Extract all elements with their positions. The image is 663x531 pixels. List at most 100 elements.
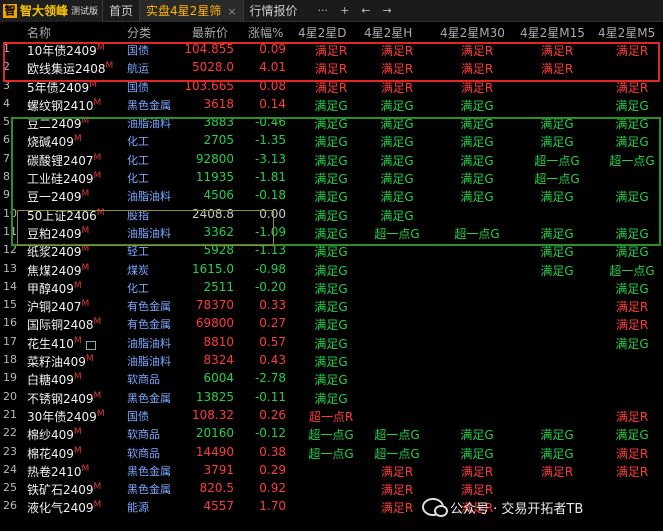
category: 黑色金属 [127, 391, 171, 405]
signal-h: 超一点G [374, 446, 420, 461]
table-row[interactable]: 14 甲醇409M 化工 2511 -0.20 满足G 满足G [0, 279, 663, 297]
contract-name[interactable]: 不锈钢2409M [27, 390, 101, 407]
contract-name[interactable]: 甲醇409M [27, 280, 82, 297]
contract-name[interactable]: 热卷2410M [27, 463, 89, 480]
table-row[interactable]: 6 烧碱409M 化工 2705 -1.35 满足G 满足G 满足G 满足G 满足G [0, 132, 663, 150]
contract-name[interactable]: 液化气2409M [27, 499, 101, 516]
table-row[interactable]: 20 不锈钢2409M 黑色金属 13825 -0.11 满足G [0, 389, 663, 407]
contract-name[interactable]: 棉花409M [27, 445, 82, 462]
col-header-price[interactable]: 最新价 [192, 24, 228, 41]
contract-name[interactable]: 10年债2409M [27, 42, 105, 59]
contract-name[interactable]: 烧碱409M [27, 133, 82, 150]
signal-h: 满足G [380, 190, 414, 205]
table-row[interactable]: 16 国际铜2408M 有色金属 69800 0.27 满足G 满足R [0, 315, 663, 333]
signal-h: 满足R [380, 44, 414, 58]
table-row[interactable]: 4 螺纹钢2410M 黑色金属 3618 0.14 满足G 满足G 满足G 满足G [0, 96, 663, 114]
table-row[interactable]: 2 欧线集运2408M 航运 5028.0 4.01 满足R 满足R 满足R 满足R [0, 59, 663, 77]
category: 油脂油料 [127, 226, 171, 240]
signal-h: 满足R [380, 62, 414, 77]
add-tab-icon[interactable]: + [334, 4, 355, 17]
category: 轻工 [127, 245, 149, 259]
col-header-h[interactable]: 4星2星H [364, 24, 412, 41]
table-row[interactable]: 8 工业硅2409M 化工 11935 -1.81 满足G 满足G 满足G 超一点G [0, 169, 663, 187]
contract-name[interactable]: 铁矿石2409M [27, 481, 101, 498]
table-row[interactable]: 13 焦煤2409M 煤炭 1615.0 -0.98 满足G 满足G 超一点G [0, 261, 663, 279]
more-icon[interactable]: ··· [312, 4, 335, 17]
contract-name[interactable]: 纸浆2409M [27, 243, 89, 260]
main-contract-marker: M [81, 299, 90, 310]
contract-name[interactable]: 30年债2409M [27, 408, 105, 425]
table-row[interactable]: 18 菜籽油409M 油脂油料 8324 0.43 满足G [0, 352, 663, 370]
contract-name[interactable]: 碳酸锂2407M [27, 152, 101, 169]
col-header-m15[interactable]: 4星2星M15 [520, 24, 585, 41]
main-contract-marker: M [81, 463, 90, 474]
contract-name[interactable]: 螺纹钢2410M [27, 97, 101, 114]
forward-icon[interactable]: → [377, 4, 398, 17]
contract-name[interactable]: 工业硅2409M [27, 170, 101, 187]
table-row[interactable]: 24 热卷2410M 黑色金属 3791 0.29 满足R 满足R 满足R 满足R [0, 462, 663, 480]
main-contract-marker: M [105, 61, 114, 72]
change-pct: 0.09 [259, 42, 286, 56]
table-row[interactable]: 3 5年债2409M 国债 103.665 0.08 满足R 满足R 满足R 满足R [0, 78, 663, 96]
change-pct: 0.57 [259, 334, 286, 349]
col-header-m5[interactable]: 4星2星M5 [598, 24, 655, 41]
chart-icon[interactable] [85, 340, 96, 350]
row-index: 23 [3, 444, 17, 458]
signal-d: 满足G [314, 226, 348, 241]
table-row[interactable]: 5 豆二2409M 油脂油料 3883 -0.46 满足G 满足G 满足G 满足G 满足G [0, 114, 663, 132]
signal-h: 超一点G [374, 428, 420, 443]
contract-name[interactable]: 焦煤2409M [27, 262, 89, 279]
category: 化工 [127, 153, 149, 167]
table-row[interactable]: 15 沪铜2407M 有色金属 78370 0.33 满足G 满足R [0, 297, 663, 315]
table-row[interactable]: 17 花生410M 油脂油料 8810 0.57 满足G 满足G [0, 334, 663, 352]
main-contract-marker: M [81, 244, 90, 255]
contract-name[interactable]: 国际铜2408M [27, 316, 101, 333]
signal-d: 满足G [314, 300, 348, 315]
category: 油脂油料 [127, 355, 171, 369]
tab-screener[interactable]: 实盘4星2星筛 × [139, 0, 243, 22]
contract-name-text: 豆粕2409 [27, 226, 82, 241]
col-header-name[interactable]: 名称 [27, 24, 51, 41]
contract-name[interactable]: 豆一2409M [27, 188, 89, 205]
col-header-change[interactable]: 涨幅% [248, 24, 283, 41]
main-contract-marker: M [73, 427, 82, 438]
table-row[interactable]: 11 豆粕2409M 油脂油料 3362 -1.09 满足G 超一点G 超一点G 满足G 满足G [0, 224, 663, 242]
contract-name[interactable]: 欧线集运2408M [27, 60, 113, 77]
tab-home[interactable]: 首页 [102, 0, 139, 22]
table-row[interactable]: 7 碳酸锂2407M 化工 92800 -3.13 满足G 满足G 满足G 超一点G 超一点G [0, 151, 663, 169]
contract-name[interactable]: 50上证2406M [27, 207, 105, 224]
table-row[interactable]: 1 10年债2409M 国债 104.855 0.09 满足R 满足R 满足R 满足R 满足R [0, 41, 663, 59]
signal-d: 满足G [314, 172, 348, 187]
signal-h: 满足R [380, 483, 414, 498]
contract-name[interactable]: 白糖409M [27, 371, 82, 388]
tab-quotes[interactable]: 行情报价 [242, 0, 304, 22]
table-row[interactable]: 22 棉纱409M 软商品 20160 -0.12 超一点G 超一点G 满足G 满足G 满足G [0, 425, 663, 443]
contract-name[interactable]: 花生410M [27, 335, 96, 352]
close-icon[interactable]: × [227, 5, 236, 18]
back-icon[interactable]: ← [355, 4, 376, 17]
category: 化工 [127, 172, 149, 186]
contract-name[interactable]: 豆二2409M [27, 115, 89, 132]
table-row[interactable]: 12 纸浆2409M 轻工 5928 -1.13 满足G 满足G 满足G [0, 242, 663, 260]
table-row[interactable]: 19 白糖409M 软商品 6004 -2.78 满足G [0, 370, 663, 388]
category: 化工 [127, 281, 149, 295]
col-header-m30[interactable]: 4星2星M30 [440, 24, 505, 41]
table-row[interactable]: 9 豆一2409M 油脂油料 4506 -0.18 满足G 满足G 满足G 满足G 满足G [0, 187, 663, 205]
col-header-d[interactable]: 4星2星D [298, 24, 347, 41]
contract-name[interactable]: 菜籽油409M [27, 353, 94, 370]
table-row[interactable]: 21 30年债2409M 国债 108.32 0.26 超一点R 满足R [0, 407, 663, 425]
table-header: 名称 分类 最新价 涨幅% 4星2星D 4星2星H 4星2星M30 4星2星M1… [0, 22, 663, 40]
contract-name-text: 热卷2410 [27, 464, 82, 479]
col-header-category[interactable]: 分类 [127, 24, 151, 41]
signal-h: 满足G [380, 208, 414, 223]
table-row[interactable]: 23 棉花409M 软商品 14490 0.38 超一点G 超一点G 满足G 满足G 满足R [0, 444, 663, 462]
contract-name[interactable]: 豆粕2409M [27, 225, 89, 242]
last-price: 1615.0 [192, 261, 234, 276]
change-pct: 0.08 [259, 78, 286, 93]
signal-h: 满足G [380, 117, 414, 132]
tab-label: 首页 [109, 3, 134, 18]
contract-name[interactable]: 5年债2409M [27, 79, 97, 96]
contract-name[interactable]: 棉纱409M [27, 426, 82, 443]
contract-name[interactable]: 沪铜2407M [27, 298, 89, 315]
table-row[interactable]: 10 50上证2406M 股指 2408.8 0.00 满足G 满足G [0, 206, 663, 224]
